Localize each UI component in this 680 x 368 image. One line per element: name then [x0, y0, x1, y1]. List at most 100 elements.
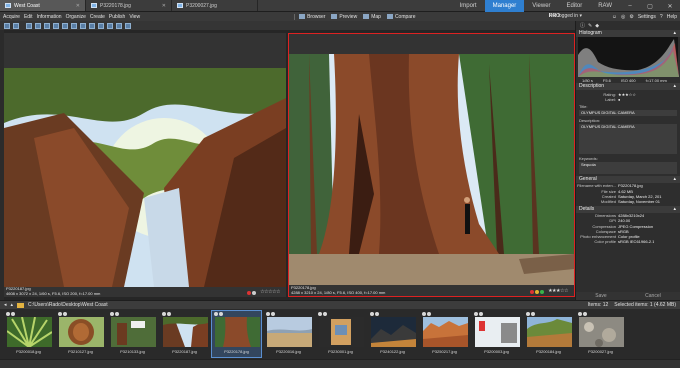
compare-button[interactable]: Compare: [386, 14, 416, 20]
sync-icon[interactable]: [125, 22, 131, 29]
compare-pane-left[interactable]: P3220187.jpg 4608 x 3072 x 24, 1/60 s, F…: [4, 33, 286, 297]
description-field[interactable]: OLYMPUS DIGITAL CAMERA: [579, 124, 677, 155]
smiley-icon[interactable]: ☺: [612, 14, 617, 20]
close-icon[interactable]: ✕: [76, 3, 80, 9]
preview-button[interactable]: Preview: [331, 14, 357, 20]
check-icon[interactable]: [370, 312, 374, 316]
check-icon[interactable]: [6, 312, 10, 316]
mode-import[interactable]: Import: [452, 0, 485, 12]
label-red-icon[interactable]: [247, 291, 251, 295]
check-icon[interactable]: [578, 312, 582, 316]
thumbnail-selected[interactable]: P3220178.jpg: [211, 310, 262, 358]
close-icon[interactable]: ✕: [162, 3, 166, 9]
rating-stars[interactable]: ★★★☆☆: [618, 92, 636, 97]
check-icon[interactable]: [58, 312, 62, 316]
menu-information[interactable]: Information: [37, 14, 62, 20]
mode-viewer[interactable]: Viewer: [524, 0, 558, 12]
check-icon[interactable]: [214, 312, 218, 316]
back-icon[interactable]: [4, 22, 10, 29]
cancel-button[interactable]: Cancel: [645, 293, 661, 299]
help-link[interactable]: Help: [667, 14, 677, 20]
zoom-out-icon[interactable]: [35, 22, 41, 29]
check-icon[interactable]: [474, 312, 478, 316]
notification-icon[interactable]: ◎: [621, 14, 625, 20]
check-icon[interactable]: [526, 312, 530, 316]
photo-sequoia-trunk: [289, 54, 574, 285]
thumbnail[interactable]: P3200027.jpg: [575, 310, 626, 358]
thumb-image: [319, 317, 364, 347]
tab-image-2[interactable]: P3200027.jpg: [172, 0, 258, 11]
thumbnail[interactable]: P3240122.jpg: [367, 310, 418, 358]
layout-1-icon[interactable]: [89, 22, 95, 29]
browser-button[interactable]: Browser: [299, 14, 325, 20]
details-row: Color profile sRGB IEC61966-2.1: [576, 239, 680, 244]
mode-raw[interactable]: RAW: [590, 0, 620, 12]
tab-image-1[interactable]: P3220178.jpg ✕: [86, 0, 172, 11]
label-green-icon[interactable]: [540, 290, 544, 294]
zoom-in-icon[interactable]: [26, 22, 32, 29]
thumbnail[interactable]: P3250217.jpg: [419, 310, 470, 358]
check-icon[interactable]: [318, 312, 322, 316]
left-rating-stars[interactable]: ☆☆☆☆☆: [260, 289, 280, 295]
menu-organize[interactable]: Organize: [66, 14, 86, 20]
general-header[interactable]: General ▴: [576, 176, 680, 184]
user-dropdown[interactable]: Not logged in ▾: [549, 13, 582, 20]
description-header[interactable]: Description ▴: [576, 83, 680, 90]
thumbnail[interactable]: P3200003.jpg: [471, 310, 522, 358]
thumbnail[interactable]: P3210127.jpg: [55, 310, 106, 358]
up-icon[interactable]: ▴: [11, 302, 14, 308]
map-button[interactable]: Map: [363, 14, 381, 20]
menu-edit[interactable]: Edit: [24, 14, 33, 20]
help-icon[interactable]: ?: [660, 14, 663, 20]
save-button[interactable]: Save: [595, 293, 606, 299]
layout-3-icon[interactable]: [107, 22, 113, 29]
settings-link[interactable]: Settings: [638, 14, 656, 20]
thumbnail[interactable]: P3220187.jpg: [159, 310, 210, 358]
adjust-icon[interactable]: ✎: [588, 23, 592, 29]
maximize-button[interactable]: ▢: [640, 0, 660, 12]
check-icon[interactable]: [110, 312, 114, 316]
minimize-button[interactable]: –: [620, 0, 640, 12]
label-none-icon[interactable]: [252, 291, 256, 295]
compare-pane-right[interactable]: P3220178.jpg 4288 x 3210 x 24, 1/80 s, F…: [288, 33, 575, 297]
actual-size-icon[interactable]: [53, 22, 59, 29]
info-icon[interactable]: ⓘ: [580, 22, 585, 29]
thumb-badges: [370, 312, 379, 316]
folder-path[interactable]: C:\Users\Rado\Desktop\West Coast: [28, 302, 108, 308]
menu-publish[interactable]: Publish: [109, 14, 125, 20]
check-icon[interactable]: [162, 312, 166, 316]
rotate-left-icon[interactable]: [62, 22, 68, 29]
chevron-up-icon: ▴: [673, 206, 676, 213]
check-icon[interactable]: [422, 312, 426, 316]
thumbnail[interactable]: P3220016.jpg: [263, 310, 314, 358]
check-icon[interactable]: [266, 312, 270, 316]
label-dot-icon[interactable]: ●: [618, 97, 620, 102]
right-rating-stars[interactable]: ★★★☆☆: [548, 288, 568, 294]
label-red-icon[interactable]: [530, 290, 534, 294]
mode-manager[interactable]: Manager: [484, 0, 525, 12]
menu-create[interactable]: Create: [90, 14, 105, 20]
menu-view[interactable]: View: [129, 14, 140, 20]
mode-editor[interactable]: Editor: [559, 0, 591, 12]
histogram-header[interactable]: Histogram ▴: [576, 30, 680, 37]
back-icon[interactable]: ◂: [4, 302, 7, 308]
thumbnail[interactable]: P3230001.jpg: [315, 310, 366, 358]
label-yellow-icon[interactable]: [535, 290, 539, 294]
details-header[interactable]: Details ▴: [576, 206, 680, 214]
flip-icon[interactable]: [80, 22, 86, 29]
menu-acquire[interactable]: Acquire: [3, 14, 20, 20]
thumbnail[interactable]: P3200184.jpg: [523, 310, 574, 358]
thumbnail[interactable]: P3200018.jpg: [3, 310, 54, 358]
layout-4-icon[interactable]: [116, 22, 122, 29]
rotate-right-icon[interactable]: [71, 22, 77, 29]
thumbnail[interactable]: P3210133.jpg: [107, 310, 158, 358]
window-close-button[interactable]: ✕: [660, 0, 680, 12]
tab-west-coast[interactable]: West Coast ✕: [0, 0, 86, 11]
tag-icon[interactable]: ◆: [595, 23, 599, 29]
layout-2-icon[interactable]: [98, 22, 104, 29]
fit-icon[interactable]: [44, 22, 50, 29]
forward-icon[interactable]: [13, 22, 19, 29]
keywords-field[interactable]: Sequoia: [579, 162, 677, 175]
gear-icon[interactable]: ⚙: [629, 14, 633, 20]
title-field[interactable]: OLYMPUS DIGITAL CAMERA: [579, 110, 677, 117]
